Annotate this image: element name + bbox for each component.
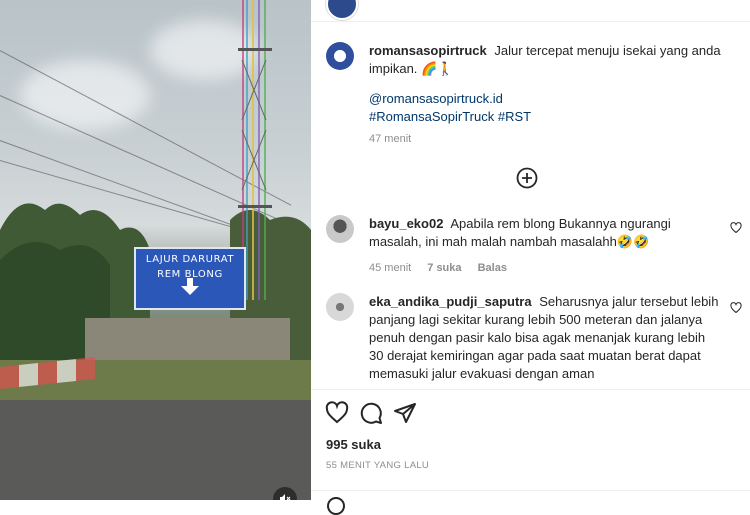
caption-links: @romansasopirtruck.id #RomansaSopirTruck… [369,90,531,126]
likes-count[interactable]: 995 suka [326,437,381,452]
plus-circle-icon[interactable] [516,167,538,189]
comment-time[interactable]: 45 menit [369,262,411,274]
comment-emojis: 🤣🤣 [616,234,650,249]
road [0,400,311,500]
mention-link[interactable]: @romansasopirtruck.id [369,90,531,108]
avatar[interactable] [326,0,358,20]
share-icon[interactable] [393,401,417,425]
mute-icon [280,494,291,500]
comment-body: eka_andika_pudji_saputra Seharusnya jalu… [369,293,719,383]
post-photo[interactable]: LAJUR DARURAT REM BLONG [0,0,311,500]
hashtags-link[interactable]: #RomansaSopirTruck #RST [369,108,531,126]
comment: eka_andika_pudji_saputra Seharusnya jalu… [326,293,742,383]
add-comment-bar [311,490,750,515]
heart-icon[interactable] [730,222,742,234]
sign-line-1: LAJUR DARURAT [145,254,235,265]
comment: bayu_eko02 Apabila rem blong Bukannya ng… [326,215,742,275]
comment-username[interactable]: eka_andika_pudji_saputra [369,294,532,309]
caption-username[interactable]: romansasopirtruck [369,43,487,58]
comment-meta: 45 menit 7 suka Balas [369,262,520,274]
heart-icon[interactable] [325,401,349,425]
comment-username[interactable]: bayu_eko02 [369,216,443,231]
post-details-panel: romansasopirtruck Jalur tercepat menuju … [311,0,750,515]
reply-button[interactable]: Balas [478,262,507,274]
avatar[interactable] [326,42,354,70]
comment-body: bayu_eko02 Apabila rem blong Bukannya ng… [369,215,719,251]
arrow-down-icon [181,278,199,295]
heart-icon[interactable] [730,302,742,314]
post-caption: romansasopirtruck Jalur tercepat menuju … [369,42,739,78]
comment-likes[interactable]: 7 suka [427,262,461,274]
post-timestamp[interactable]: 55 MENIT YANG LALU [326,460,429,471]
post-header [311,0,750,22]
avatar[interactable] [326,215,354,243]
comment-icon[interactable] [359,401,383,425]
caption-timestamp[interactable]: 47 menit [369,133,411,145]
divider [311,389,750,390]
road-sign: LAJUR DARURAT REM BLONG [134,247,246,310]
avatar[interactable] [326,293,354,321]
caption-emojis: 🌈🚶 [421,61,454,76]
